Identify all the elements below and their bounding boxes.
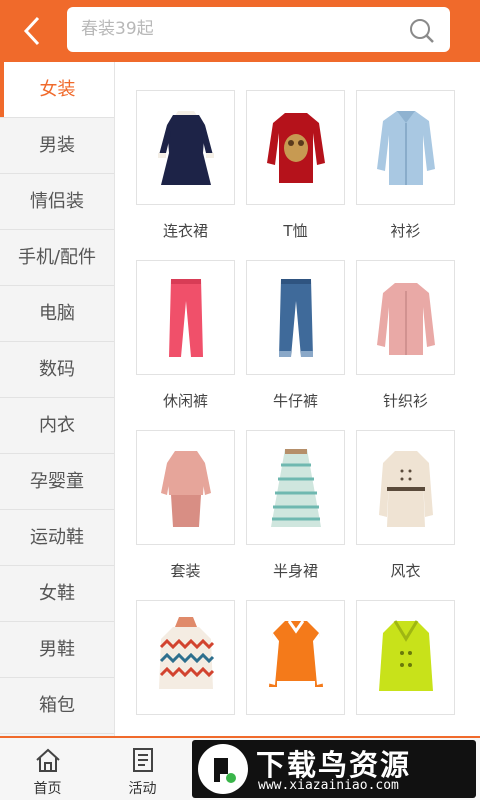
product-thumb[interactable] [136, 600, 235, 715]
search-input[interactable]: 春装39起 [67, 7, 450, 52]
product-thumb[interactable] [246, 600, 345, 715]
sidebar-item-mens[interactable]: 男装 [0, 118, 114, 174]
sidebar-item-label: 电脑 [39, 303, 75, 324]
product-thumb[interactable] [246, 90, 345, 205]
tab-label: 首页 [33, 781, 62, 797]
product-thumb[interactable] [356, 430, 455, 545]
trench-coat-icon [378, 450, 433, 527]
back-arrow-icon [23, 16, 40, 46]
product-thumb[interactable] [356, 260, 455, 375]
product-item-varsity-jacket[interactable] [246, 600, 345, 736]
sidebar-item-womens-shoes[interactable]: 女鞋 [0, 566, 114, 622]
sidebar-item-couples[interactable]: 情侣装 [0, 174, 114, 230]
watermark-url: www.xiazainiao.com [258, 778, 399, 793]
product-item-dress[interactable]: 连衣裙 [136, 90, 235, 240]
tshirt-icon [266, 112, 325, 183]
sidebar-item-label: 男鞋 [39, 639, 75, 660]
product-label: 套装 [170, 562, 201, 580]
product-item-jeans[interactable]: 牛仔裤 [246, 260, 345, 410]
product-item-trench-coat[interactable]: 风衣 [356, 430, 455, 580]
sidebar-item-label: 箱包 [39, 695, 75, 716]
top-bar: 春装39起 [0, 0, 480, 62]
tab-activity[interactable]: 活动 [95, 738, 190, 800]
shirt-icon [376, 110, 435, 185]
watermark-banner: 下载鸟资源 www.xiazainiao.com [192, 740, 476, 798]
product-item-suit[interactable]: 套装 [136, 430, 235, 580]
product-label: 衬衫 [390, 222, 421, 240]
suit-icon [160, 450, 211, 527]
jeans-icon [278, 278, 313, 357]
product-label: T恤 [283, 222, 308, 240]
product-thumb[interactable] [136, 90, 235, 205]
product-item-shirt[interactable]: 衬衫 [356, 90, 455, 240]
sidebar-item-digital[interactable]: 数码 [0, 342, 114, 398]
sidebar-item-label: 手机/配件 [17, 247, 97, 268]
sidebar-item-underwear[interactable]: 内衣 [0, 398, 114, 454]
tab-label: 活动 [128, 781, 157, 797]
sidebar-item-phones[interactable]: 手机/配件 [0, 230, 114, 286]
sidebar-item-label: 情侣装 [30, 191, 84, 212]
sidebar-item-label: 运动鞋 [30, 527, 84, 548]
sidebar-item-label: 内衣 [39, 415, 75, 436]
product-label: 休闲裤 [162, 392, 208, 410]
product-label: 牛仔裤 [272, 392, 318, 410]
sidebar-item-label: 女装 [39, 79, 76, 100]
dress-icon [157, 110, 214, 185]
product-label: 半身裙 [272, 562, 318, 580]
tab-home[interactable]: 首页 [0, 738, 95, 800]
sidebar-item-sneakers[interactable]: 运动鞋 [0, 510, 114, 566]
sidebar-item-label: 孕婴童 [30, 471, 84, 492]
skirt-icon [270, 448, 321, 527]
product-grid: 连衣裙 T恤 衬衫 休闲裤 牛仔裤 针织衫 套装 半身裙 风衣 [136, 90, 466, 736]
sidebar-item-womens[interactable]: 女装 [0, 62, 114, 118]
home-icon [35, 748, 60, 772]
sidebar-item-label: 女鞋 [39, 583, 75, 604]
product-label: 针织衫 [382, 392, 428, 410]
varsity-jacket-icon [266, 619, 325, 687]
product-item-skirt[interactable]: 半身裙 [246, 430, 345, 580]
search-placeholder: 春装39起 [81, 19, 154, 39]
sidebar-item-mens-shoes[interactable]: 男鞋 [0, 622, 114, 678]
search-icon[interactable] [408, 17, 436, 45]
product-item-zigzag-jacket[interactable] [136, 600, 235, 736]
sidebar-item-baby[interactable]: 孕婴童 [0, 454, 114, 510]
product-item-lime-coat[interactable] [356, 600, 455, 736]
product-item-tshirt[interactable]: T恤 [246, 90, 345, 240]
category-sidebar: 女装 男装 情侣装 手机/配件 电脑 数码 内衣 孕婴童 运动鞋 女鞋 男鞋 箱… [0, 62, 115, 736]
product-thumb[interactable] [136, 430, 235, 545]
cardigan-icon [376, 282, 435, 355]
sidebar-item-label: 数码 [39, 359, 75, 380]
receipt-icon [132, 748, 153, 772]
product-thumb[interactable] [356, 600, 455, 715]
sidebar-item-bags[interactable]: 箱包 [0, 678, 114, 734]
product-thumb[interactable] [246, 430, 345, 545]
casual-pants-icon [168, 278, 203, 357]
product-thumb[interactable] [136, 260, 235, 375]
back-button[interactable] [0, 0, 64, 62]
product-label: 连衣裙 [162, 222, 208, 240]
lime-coat-icon [378, 619, 433, 691]
product-panel: 连衣裙 T恤 衬衫 休闲裤 牛仔裤 针织衫 套装 半身裙 风衣 [116, 62, 480, 736]
product-item-cardigan[interactable]: 针织衫 [356, 260, 455, 410]
product-thumb[interactable] [246, 260, 345, 375]
product-thumb[interactable] [356, 90, 455, 205]
sidebar-item-computers[interactable]: 电脑 [0, 286, 114, 342]
sidebar-item-label: 男装 [39, 135, 75, 156]
watermark-logo-icon [198, 744, 248, 794]
zigzag-jacket-icon [158, 616, 214, 689]
product-label: 风衣 [390, 562, 421, 580]
product-item-casual-pants[interactable]: 休闲裤 [136, 260, 235, 410]
